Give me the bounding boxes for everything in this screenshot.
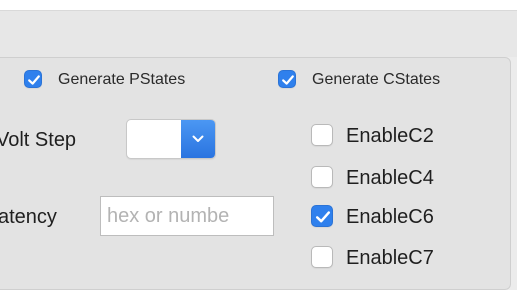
chevron-down-icon xyxy=(192,135,204,142)
checkmark-icon xyxy=(315,211,331,223)
enable-c2-label: EnableC2 xyxy=(346,125,434,147)
enable-c7-checkbox[interactable] xyxy=(311,246,333,268)
window-top-strip xyxy=(0,0,517,10)
toolbar-band xyxy=(0,11,517,57)
checkmark-icon xyxy=(282,75,294,85)
checkmark-icon xyxy=(28,75,40,85)
dropdown-button[interactable] xyxy=(181,120,215,158)
enable-c6-label: EnableC6 xyxy=(346,206,434,228)
enable-c7-label: EnableC7 xyxy=(346,247,434,269)
generate-cstates-checkbox[interactable] xyxy=(278,70,296,88)
power-settings-group xyxy=(0,57,511,290)
enable-c4-label: EnableC4 xyxy=(346,167,434,189)
volt-step-select[interactable] xyxy=(126,119,216,159)
generate-cstates-label: Generate CStates xyxy=(312,71,441,88)
generate-pstates-checkbox[interactable] xyxy=(24,70,42,88)
generate-pstates-label: Generate PStates xyxy=(58,71,186,88)
latency-input[interactable] xyxy=(100,196,274,236)
enable-c4-checkbox[interactable] xyxy=(311,166,333,188)
volt-step-label: Volt Step xyxy=(0,129,77,151)
latency-label: atency xyxy=(0,206,57,228)
enable-c6-checkbox[interactable] xyxy=(311,205,333,227)
enable-c2-checkbox[interactable] xyxy=(311,124,333,146)
